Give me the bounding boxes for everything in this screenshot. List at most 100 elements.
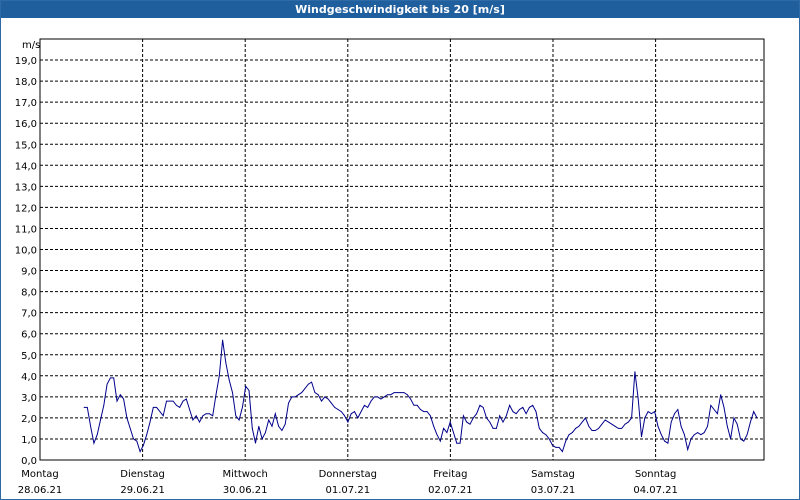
- data-point: [499, 415, 501, 417]
- y-tick-label: 19,0: [15, 56, 37, 67]
- data-point: [677, 409, 679, 410]
- y-tick-label: 16,0: [15, 119, 37, 130]
- data-point: [545, 434, 547, 436]
- data-point: [512, 411, 514, 412]
- data-point: [522, 407, 524, 408]
- y-tick-label: 1,0: [21, 435, 37, 446]
- data-point: [136, 440, 138, 442]
- data-point: [433, 425, 435, 427]
- data-point: [307, 383, 309, 385]
- x-tick-date-label: 29.06.21: [120, 485, 165, 496]
- data-point: [581, 421, 583, 423]
- y-axis-unit: m/s: [22, 40, 40, 51]
- data-point: [311, 381, 312, 383]
- data-point: [591, 430, 593, 431]
- data-point: [156, 407, 158, 408]
- data-point: [86, 407, 88, 408]
- data-point: [212, 415, 214, 417]
- data-point: [624, 423, 626, 425]
- data-point: [258, 425, 260, 427]
- data-point: [492, 428, 494, 429]
- data-point: [703, 432, 705, 433]
- data-point: [113, 377, 115, 379]
- data-point: [750, 421, 751, 423]
- data-point: [146, 434, 148, 436]
- data-point: [459, 442, 461, 444]
- data-point: [489, 421, 491, 423]
- data-point: [324, 396, 326, 398]
- data-point: [439, 440, 441, 442]
- y-tick-label: 12,0: [15, 203, 37, 214]
- y-tick-label: 9,0: [21, 267, 37, 278]
- data-point: [387, 394, 388, 396]
- data-point: [713, 409, 715, 410]
- y-tick-label: 18,0: [15, 77, 37, 88]
- data-point: [756, 417, 758, 419]
- data-point: [123, 398, 124, 400]
- data-point: [222, 339, 224, 341]
- data-point: [753, 411, 755, 412]
- data-point: [228, 379, 230, 381]
- data-point: [199, 421, 200, 423]
- data-point: [265, 432, 266, 433]
- data-point: [496, 428, 497, 429]
- data-point: [446, 432, 448, 433]
- data-point: [720, 394, 722, 396]
- data-point: [106, 383, 108, 385]
- data-point: [604, 419, 606, 421]
- data-point: [344, 415, 345, 417]
- data-point: [347, 421, 349, 423]
- data-point: [274, 413, 276, 415]
- data-point: [647, 411, 649, 412]
- data-point: [232, 392, 233, 393]
- data-point: [532, 404, 534, 406]
- data-point: [618, 428, 619, 429]
- y-tick-label: 17,0: [15, 98, 37, 109]
- x-tick-day-label: Freitag: [433, 469, 467, 480]
- x-axis: Montag 28.06.21 Dienstag 29.06.21 Mittwoch 30…: [18, 469, 678, 496]
- data-point: [736, 423, 738, 425]
- data-point: [598, 428, 599, 429]
- data-point: [90, 425, 91, 427]
- data-point: [314, 392, 316, 393]
- data-point: [327, 398, 329, 400]
- data-point: [225, 362, 227, 364]
- data-point: [644, 417, 646, 419]
- data-point: [169, 400, 171, 402]
- data-point: [420, 409, 421, 410]
- data-point: [321, 400, 322, 402]
- data-point: [693, 434, 695, 436]
- data-point: [129, 428, 131, 429]
- data-point: [608, 421, 609, 423]
- data-point: [291, 396, 293, 398]
- data-point: [525, 413, 527, 415]
- data-point: [453, 432, 454, 433]
- x-tick-day-label: Donnerstag: [319, 469, 377, 480]
- data-point: [367, 407, 369, 408]
- data-point: [502, 421, 504, 423]
- data-point: [255, 442, 256, 444]
- data-point: [205, 413, 207, 415]
- data-point: [235, 415, 237, 417]
- data-point: [103, 404, 105, 406]
- data-point: [509, 404, 510, 406]
- data-point: [436, 434, 438, 436]
- data-point: [476, 413, 477, 415]
- data-point: [268, 419, 270, 421]
- y-axis: 0,0 1,0 2,0 3,0 4,0 5,0 6,0 7,0 8,0 9,0 10,0 11,0 12…: [15, 56, 37, 467]
- data-point: [162, 415, 164, 417]
- data-point: [733, 417, 735, 419]
- data-point: [294, 396, 296, 398]
- data-point: [621, 428, 623, 429]
- data-point: [535, 411, 537, 412]
- data-point: [360, 411, 362, 412]
- data-point: [505, 415, 507, 417]
- data-point: [588, 425, 590, 427]
- y-tick-label: 15,0: [15, 140, 37, 151]
- data-point: [159, 411, 161, 412]
- data-point: [93, 442, 95, 444]
- data-point: [463, 415, 464, 417]
- chart-grid: [40, 39, 764, 460]
- data-point: [245, 385, 247, 387]
- data-point: [331, 402, 332, 404]
